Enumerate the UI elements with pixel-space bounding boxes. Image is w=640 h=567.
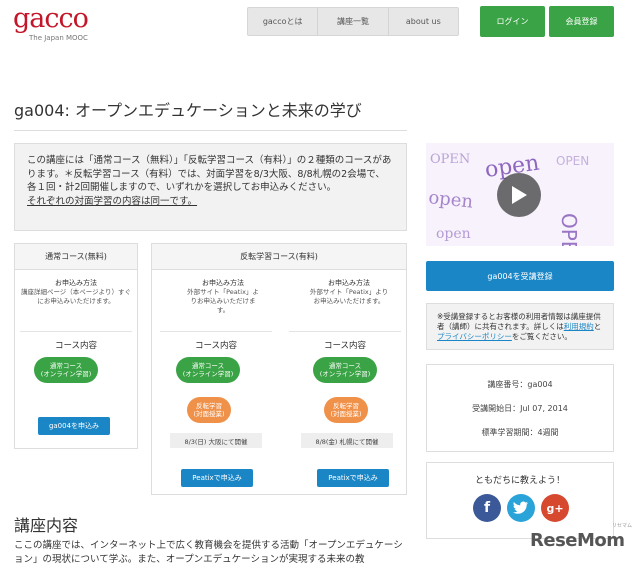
logo-wordmark: gacco xyxy=(13,3,89,34)
normal-course-heading: 通常コース(無料) xyxy=(15,244,137,270)
main-nav: gaccoとは 講座一覧 about us xyxy=(247,7,459,36)
flipped-learning-pill: 反転学習 (対面授業) xyxy=(187,397,231,423)
nav-about-gacco[interactable]: gaccoとは xyxy=(248,8,319,35)
online-learning-pill: 通常コース (オンライン学習) xyxy=(34,357,98,383)
online-learning-pill: 通常コース (オンライン学習) xyxy=(176,357,240,383)
privacy-notice: ※受講登録するとお客様の利用者情報は講座提供者（講師）に共有されます。詳しくは利… xyxy=(426,303,614,350)
apply-method-text: 講座詳細ページ（本ページより）すぐにお申込みいただけます。 xyxy=(20,288,132,305)
register-course-button[interactable]: ga004を受講登録 xyxy=(426,261,614,291)
twitter-icon[interactable] xyxy=(507,494,535,522)
apply-method-title: お申込み方法 xyxy=(328,279,370,287)
apply-method-text: 外部サイト「Peatix」よりお申込みいただけます。 xyxy=(187,288,259,314)
apply-ga004-button[interactable]: ga004を申込み xyxy=(38,417,110,435)
flip-course-heading: 反転学習コース(有料) xyxy=(152,244,406,270)
privacy-text-end: をご覧ください。 xyxy=(511,332,572,341)
notice-text: この講座には「通常コース（無料）」「反転学習コース（有料）」の２種類のコースがあ… xyxy=(27,155,392,193)
video-word: OPEN xyxy=(557,213,581,246)
site-header: gacco The Japan MOOC gaccoとは 講座一覧 about … xyxy=(0,0,640,48)
pill-label: 反転学習 xyxy=(333,402,359,410)
sapporo-apply-info: お申込み方法 外部サイト「Peatix」よりお申込みいただけます。 xyxy=(309,279,389,306)
watermark-subtext: リセマム xyxy=(612,523,633,529)
gacco-logo[interactable]: gacco The Japan MOOC xyxy=(13,3,99,44)
section-title: 講座内容 xyxy=(14,516,79,535)
video-word: open xyxy=(436,226,471,242)
title-divider xyxy=(14,130,407,131)
flipped-learning-pill: 反転学習 (対面授業) xyxy=(324,397,368,423)
google-plus-icon[interactable]: g+ xyxy=(541,494,569,522)
privacy-policy-link[interactable]: プライバシーポリシー xyxy=(437,332,512,341)
notice-note: それぞれの対面学習の内容は同一です。 xyxy=(27,195,198,207)
divider xyxy=(20,331,132,332)
course-duration: 標準学習期間：4週間 xyxy=(481,428,559,437)
osaka-date: 8/3(日) 大阪にて開催 xyxy=(170,433,262,448)
play-icon[interactable] xyxy=(497,173,541,217)
pill-label: 通常コース xyxy=(49,362,83,370)
osaka-apply-info: お申込み方法 外部サイト「Peatix」よりお申込みいただけます。 xyxy=(185,279,261,315)
terms-link[interactable]: 利用規約 xyxy=(564,322,594,331)
apply-method-title: お申込み方法 xyxy=(202,279,244,287)
course-content-label: コース内容 xyxy=(194,341,238,351)
pill-sublabel: (オンライン学習) xyxy=(319,370,371,378)
play-triangle-icon xyxy=(512,186,527,204)
privacy-conjunction: と xyxy=(593,322,602,331)
pill-sublabel: (オンライン学習) xyxy=(182,370,234,378)
peatix-sapporo-button[interactable]: Peatixで申込み xyxy=(317,469,389,487)
video-word: OPEN xyxy=(430,152,470,167)
page-title: ga004: オープンエデュケーションと未来の学び xyxy=(14,101,362,120)
apply-method-text: 外部サイト「Peatix」よりお申込みいただけます。 xyxy=(309,288,389,305)
pill-sublabel: (対面授業) xyxy=(193,410,225,418)
divider xyxy=(289,331,401,332)
pill-sublabel: (対面授業) xyxy=(330,410,362,418)
signup-button[interactable]: 会員登録 xyxy=(549,6,614,37)
pill-sublabel: (オンライン学習) xyxy=(40,370,92,378)
resemom-watermark: ReseMom xyxy=(530,530,625,551)
course-content-label: コース内容 xyxy=(54,341,98,351)
video-word: OPEN xyxy=(556,154,589,168)
facebook-icon[interactable]: f xyxy=(473,494,501,522)
course-info-box: 講座番号：ga004 受講開始日：Jul 07, 2014 標準学習期間：4週間 xyxy=(426,364,614,452)
divider xyxy=(160,331,272,332)
sapporo-date: 8/8(金) 札幌にて開催 xyxy=(301,433,393,448)
apply-method-title: お申込み方法 xyxy=(55,279,97,287)
nav-about-us[interactable]: about us xyxy=(389,8,458,35)
course-notice: この講座には「通常コース（無料）」「反転学習コース（有料）」の２種類のコースがあ… xyxy=(14,143,407,231)
pill-label: 反転学習 xyxy=(196,402,222,410)
pill-label: 通常コース xyxy=(191,362,225,370)
course-number: 講座番号：ga004 xyxy=(487,380,553,389)
pill-label: 通常コース xyxy=(328,362,362,370)
course-start-date: 受講開始日：Jul 07, 2014 xyxy=(472,404,568,413)
nav-course-list[interactable]: 講座一覧 xyxy=(318,8,389,35)
logo-tagline: The Japan MOOC xyxy=(29,34,88,42)
video-word: open xyxy=(427,187,474,213)
course-content-label: コース内容 xyxy=(323,341,367,351)
online-learning-pill: 通常コース (オンライン学習) xyxy=(313,357,377,383)
course-description: ここの講座では、インターネット上で広く教育機会を提供する活動「オープンエデュケー… xyxy=(14,540,403,565)
login-button[interactable]: ログイン xyxy=(480,6,545,37)
peatix-osaka-button[interactable]: Peatixで申込み xyxy=(181,469,253,487)
share-title: ともだちに教えよう！ xyxy=(474,476,565,486)
normal-apply-info: お申込み方法 講座詳細ページ（本ページより）すぐにお申込みいただけます。 xyxy=(20,279,132,306)
share-box: ともだちに教えよう！ f g+ xyxy=(426,462,614,539)
